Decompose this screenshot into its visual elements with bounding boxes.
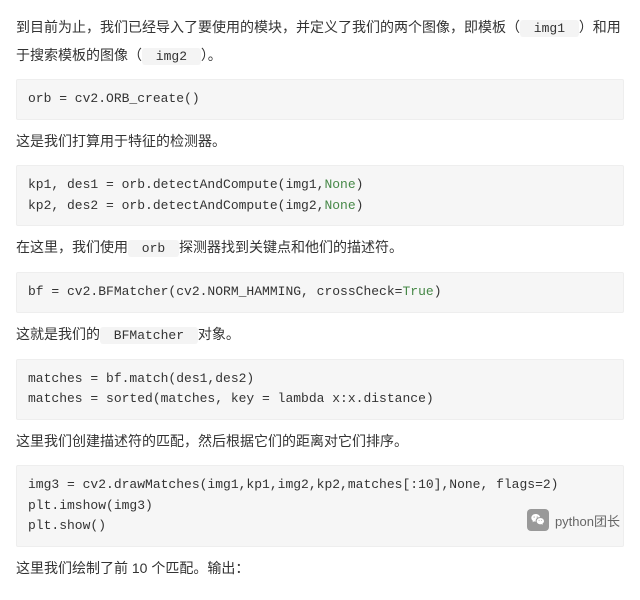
paragraph-5: 这里我们创建描述符的匹配，然后根据它们的距离对它们排序。	[16, 428, 624, 455]
code: )	[434, 284, 442, 299]
code: bf = cv2.BFMatcher(cv2.NORM_HAMMING, cro…	[28, 284, 402, 299]
code: )	[356, 198, 364, 213]
paragraph-2: 这是我们打算用于特征的检测器。	[16, 128, 624, 155]
code-block-5: img3 = cv2.drawMatches(img1,kp1,img2,kp2…	[16, 465, 624, 547]
paragraph-6: 这里我们绘制了前 10 个匹配。输出：	[16, 555, 624, 582]
text: 这就是我们的	[16, 326, 100, 342]
keyword-none: None	[324, 177, 355, 192]
text: 对象。	[198, 326, 240, 342]
wechat-icon	[527, 509, 549, 531]
footer-text: python团长	[555, 511, 620, 530]
inline-code-bfmatcher: BFMatcher	[100, 327, 198, 344]
code-block-4: matches = bf.match(des1,des2) matches = …	[16, 359, 624, 421]
keyword-true: True	[402, 284, 433, 299]
code: kp1, des1 = orb.detectAndCompute(img1,	[28, 177, 324, 192]
text: ）。	[201, 47, 222, 63]
code-block-1: orb = cv2.ORB_create()	[16, 79, 624, 120]
text: 在这里，我们使用	[16, 239, 128, 255]
footer-attribution: python团长	[527, 509, 620, 531]
inline-code-orb: orb	[128, 240, 179, 257]
inline-code-img2: img2	[142, 48, 201, 65]
text: 到目前为止，我们已经导入了要使用的模块，并定义了我们的两个图像，即模板（	[16, 19, 520, 35]
code-block-2: kp1, des1 = orb.detectAndCompute(img1,No…	[16, 165, 624, 227]
paragraph-4: 这就是我们的 BFMatcher 对象。	[16, 321, 624, 349]
text: 探测器找到关键点和他们的描述符。	[179, 239, 403, 255]
code: )	[356, 177, 364, 192]
inline-code-img1: img1	[520, 20, 579, 37]
code: kp2, des2 = orb.detectAndCompute(img2,	[28, 198, 324, 213]
code-block-3: bf = cv2.BFMatcher(cv2.NORM_HAMMING, cro…	[16, 272, 624, 313]
paragraph-1: 到目前为止，我们已经导入了要使用的模块，并定义了我们的两个图像，即模板（ img…	[16, 14, 624, 69]
paragraph-3: 在这里，我们使用 orb 探测器找到关键点和他们的描述符。	[16, 234, 624, 262]
keyword-none: None	[324, 198, 355, 213]
